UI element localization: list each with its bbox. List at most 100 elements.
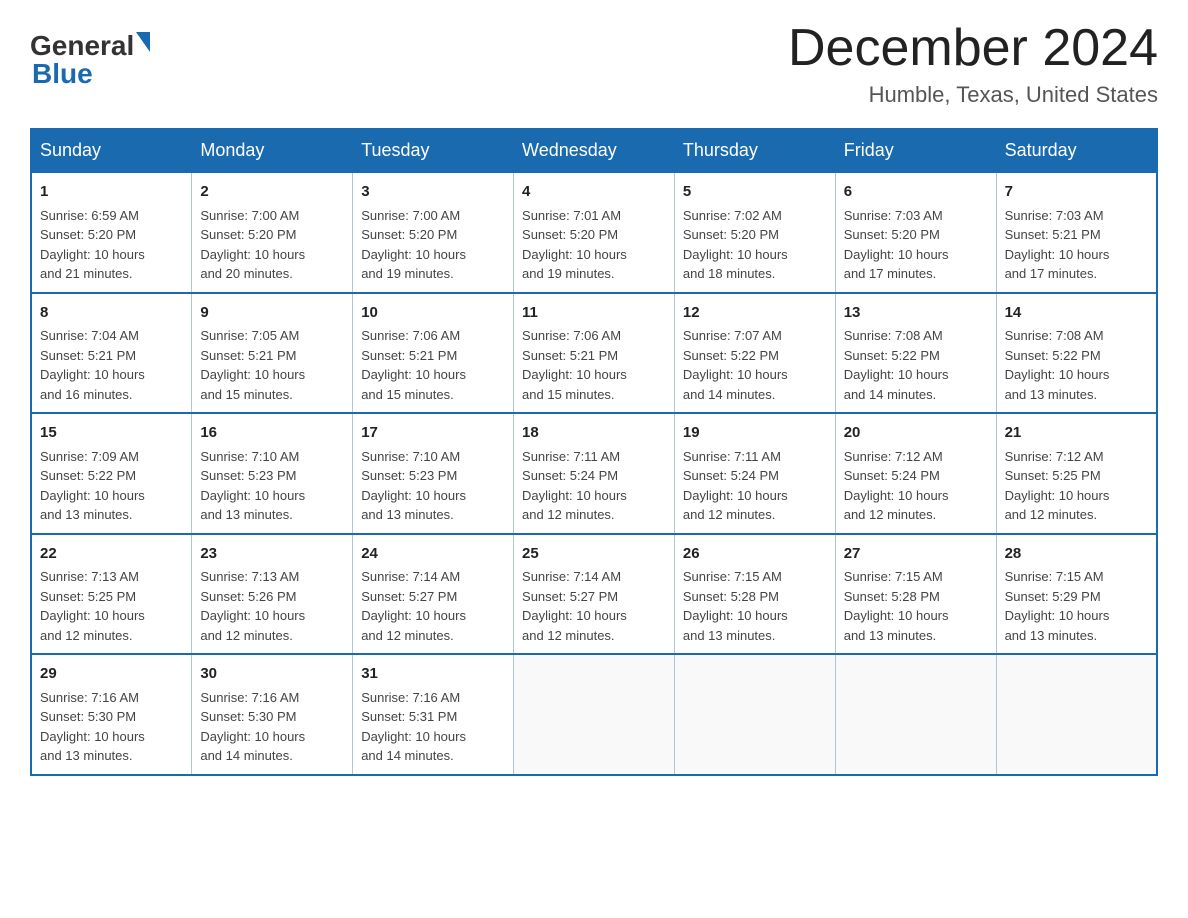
calendar-table: SundayMondayTuesdayWednesdayThursdayFrid… xyxy=(30,128,1158,776)
day-info: Sunrise: 7:12 AM Sunset: 5:25 PM Dayligh… xyxy=(1005,447,1148,525)
day-info: Sunrise: 7:14 AM Sunset: 5:27 PM Dayligh… xyxy=(361,567,505,645)
day-info: Sunrise: 7:16 AM Sunset: 5:30 PM Dayligh… xyxy=(40,688,183,766)
day-number: 15 xyxy=(40,422,183,445)
calendar-cell: 9Sunrise: 7:05 AM Sunset: 5:21 PM Daylig… xyxy=(192,293,353,414)
calendar-cell: 20Sunrise: 7:12 AM Sunset: 5:24 PM Dayli… xyxy=(835,413,996,534)
day-info: Sunrise: 7:10 AM Sunset: 5:23 PM Dayligh… xyxy=(361,447,505,525)
calendar-cell: 5Sunrise: 7:02 AM Sunset: 5:20 PM Daylig… xyxy=(674,172,835,293)
calendar-cell: 21Sunrise: 7:12 AM Sunset: 5:25 PM Dayli… xyxy=(996,413,1157,534)
day-number: 9 xyxy=(200,302,344,325)
calendar-cell: 13Sunrise: 7:08 AM Sunset: 5:22 PM Dayli… xyxy=(835,293,996,414)
day-info: Sunrise: 7:03 AM Sunset: 5:20 PM Dayligh… xyxy=(844,206,988,284)
calendar-cell: 2Sunrise: 7:00 AM Sunset: 5:20 PM Daylig… xyxy=(192,172,353,293)
day-number: 30 xyxy=(200,663,344,686)
day-number: 8 xyxy=(40,302,183,325)
day-info: Sunrise: 7:00 AM Sunset: 5:20 PM Dayligh… xyxy=(200,206,344,284)
calendar-header-saturday: Saturday xyxy=(996,129,1157,172)
day-info: Sunrise: 7:13 AM Sunset: 5:25 PM Dayligh… xyxy=(40,567,183,645)
day-number: 6 xyxy=(844,181,988,204)
title-section: December 2024 Humble, Texas, United Stat… xyxy=(788,20,1158,108)
day-info: Sunrise: 7:01 AM Sunset: 5:20 PM Dayligh… xyxy=(522,206,666,284)
day-info: Sunrise: 7:06 AM Sunset: 5:21 PM Dayligh… xyxy=(522,326,666,404)
day-info: Sunrise: 7:15 AM Sunset: 5:29 PM Dayligh… xyxy=(1005,567,1148,645)
calendar-cell: 18Sunrise: 7:11 AM Sunset: 5:24 PM Dayli… xyxy=(514,413,675,534)
day-number: 20 xyxy=(844,422,988,445)
calendar-cell: 11Sunrise: 7:06 AM Sunset: 5:21 PM Dayli… xyxy=(514,293,675,414)
calendar-week-4: 22Sunrise: 7:13 AM Sunset: 5:25 PM Dayli… xyxy=(31,534,1157,655)
calendar-header-monday: Monday xyxy=(192,129,353,172)
day-number: 31 xyxy=(361,663,505,686)
calendar-cell: 22Sunrise: 7:13 AM Sunset: 5:25 PM Dayli… xyxy=(31,534,192,655)
calendar-header-thursday: Thursday xyxy=(674,129,835,172)
calendar-cell: 6Sunrise: 7:03 AM Sunset: 5:20 PM Daylig… xyxy=(835,172,996,293)
calendar-cell: 26Sunrise: 7:15 AM Sunset: 5:28 PM Dayli… xyxy=(674,534,835,655)
day-info: Sunrise: 7:14 AM Sunset: 5:27 PM Dayligh… xyxy=(522,567,666,645)
calendar-cell: 23Sunrise: 7:13 AM Sunset: 5:26 PM Dayli… xyxy=(192,534,353,655)
calendar-cell: 4Sunrise: 7:01 AM Sunset: 5:20 PM Daylig… xyxy=(514,172,675,293)
day-number: 28 xyxy=(1005,543,1148,566)
calendar-cell: 10Sunrise: 7:06 AM Sunset: 5:21 PM Dayli… xyxy=(353,293,514,414)
day-number: 12 xyxy=(683,302,827,325)
calendar-header-friday: Friday xyxy=(835,129,996,172)
calendar-cell: 29Sunrise: 7:16 AM Sunset: 5:30 PM Dayli… xyxy=(31,654,192,775)
day-info: Sunrise: 7:06 AM Sunset: 5:21 PM Dayligh… xyxy=(361,326,505,404)
day-number: 24 xyxy=(361,543,505,566)
day-number: 19 xyxy=(683,422,827,445)
day-info: Sunrise: 7:03 AM Sunset: 5:21 PM Dayligh… xyxy=(1005,206,1148,284)
day-info: Sunrise: 7:04 AM Sunset: 5:21 PM Dayligh… xyxy=(40,326,183,404)
calendar-cell: 7Sunrise: 7:03 AM Sunset: 5:21 PM Daylig… xyxy=(996,172,1157,293)
day-number: 4 xyxy=(522,181,666,204)
day-number: 23 xyxy=(200,543,344,566)
day-number: 13 xyxy=(844,302,988,325)
day-info: Sunrise: 7:15 AM Sunset: 5:28 PM Dayligh… xyxy=(683,567,827,645)
day-number: 17 xyxy=(361,422,505,445)
calendar-cell: 15Sunrise: 7:09 AM Sunset: 5:22 PM Dayli… xyxy=(31,413,192,534)
calendar-cell: 3Sunrise: 7:00 AM Sunset: 5:20 PM Daylig… xyxy=(353,172,514,293)
calendar-cell xyxy=(996,654,1157,775)
calendar-cell xyxy=(514,654,675,775)
day-info: Sunrise: 7:07 AM Sunset: 5:22 PM Dayligh… xyxy=(683,326,827,404)
day-info: Sunrise: 7:12 AM Sunset: 5:24 PM Dayligh… xyxy=(844,447,988,525)
day-info: Sunrise: 7:08 AM Sunset: 5:22 PM Dayligh… xyxy=(844,326,988,404)
day-number: 10 xyxy=(361,302,505,325)
calendar-cell: 31Sunrise: 7:16 AM Sunset: 5:31 PM Dayli… xyxy=(353,654,514,775)
calendar-cell: 30Sunrise: 7:16 AM Sunset: 5:30 PM Dayli… xyxy=(192,654,353,775)
calendar-week-3: 15Sunrise: 7:09 AM Sunset: 5:22 PM Dayli… xyxy=(31,413,1157,534)
calendar-header-tuesday: Tuesday xyxy=(353,129,514,172)
day-info: Sunrise: 7:11 AM Sunset: 5:24 PM Dayligh… xyxy=(683,447,827,525)
calendar-cell: 8Sunrise: 7:04 AM Sunset: 5:21 PM Daylig… xyxy=(31,293,192,414)
calendar-cell: 24Sunrise: 7:14 AM Sunset: 5:27 PM Dayli… xyxy=(353,534,514,655)
day-info: Sunrise: 7:08 AM Sunset: 5:22 PM Dayligh… xyxy=(1005,326,1148,404)
day-number: 2 xyxy=(200,181,344,204)
day-number: 14 xyxy=(1005,302,1148,325)
logo-arrow-icon xyxy=(136,32,150,52)
calendar-week-1: 1Sunrise: 6:59 AM Sunset: 5:20 PM Daylig… xyxy=(31,172,1157,293)
calendar-cell: 17Sunrise: 7:10 AM Sunset: 5:23 PM Dayli… xyxy=(353,413,514,534)
day-number: 5 xyxy=(683,181,827,204)
day-info: Sunrise: 7:00 AM Sunset: 5:20 PM Dayligh… xyxy=(361,206,505,284)
day-number: 7 xyxy=(1005,181,1148,204)
calendar-cell: 14Sunrise: 7:08 AM Sunset: 5:22 PM Dayli… xyxy=(996,293,1157,414)
day-number: 18 xyxy=(522,422,666,445)
calendar-header-wednesday: Wednesday xyxy=(514,129,675,172)
calendar-cell: 12Sunrise: 7:07 AM Sunset: 5:22 PM Dayli… xyxy=(674,293,835,414)
calendar-cell: 1Sunrise: 6:59 AM Sunset: 5:20 PM Daylig… xyxy=(31,172,192,293)
month-title: December 2024 xyxy=(788,20,1158,77)
calendar-week-5: 29Sunrise: 7:16 AM Sunset: 5:30 PM Dayli… xyxy=(31,654,1157,775)
calendar-cell: 19Sunrise: 7:11 AM Sunset: 5:24 PM Dayli… xyxy=(674,413,835,534)
day-number: 29 xyxy=(40,663,183,686)
calendar-cell: 28Sunrise: 7:15 AM Sunset: 5:29 PM Dayli… xyxy=(996,534,1157,655)
day-number: 21 xyxy=(1005,422,1148,445)
day-number: 11 xyxy=(522,302,666,325)
day-number: 25 xyxy=(522,543,666,566)
location-text: Humble, Texas, United States xyxy=(788,82,1158,108)
day-number: 16 xyxy=(200,422,344,445)
day-info: Sunrise: 7:10 AM Sunset: 5:23 PM Dayligh… xyxy=(200,447,344,525)
day-number: 22 xyxy=(40,543,183,566)
day-info: Sunrise: 7:09 AM Sunset: 5:22 PM Dayligh… xyxy=(40,447,183,525)
calendar-cell: 27Sunrise: 7:15 AM Sunset: 5:28 PM Dayli… xyxy=(835,534,996,655)
day-info: Sunrise: 7:02 AM Sunset: 5:20 PM Dayligh… xyxy=(683,206,827,284)
calendar-cell xyxy=(674,654,835,775)
calendar-cell: 16Sunrise: 7:10 AM Sunset: 5:23 PM Dayli… xyxy=(192,413,353,534)
calendar-header-sunday: Sunday xyxy=(31,129,192,172)
